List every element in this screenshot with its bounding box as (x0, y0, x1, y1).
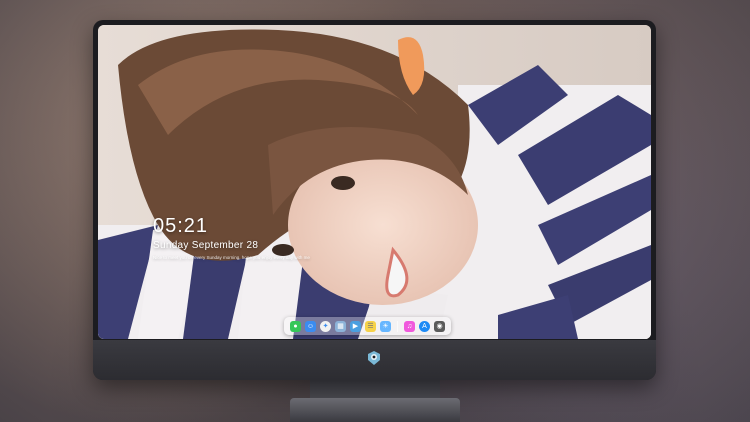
messages-icon[interactable]: ● (290, 320, 301, 332)
clock-date: Sunday September 28 (153, 240, 259, 251)
dock-separator (397, 320, 398, 332)
safari-icon[interactable]: ✦ (320, 320, 331, 332)
clock-time: 05:21 (153, 215, 209, 237)
notes-icon[interactable]: ☰ (365, 320, 376, 332)
dock: ● ☺ ✦ ▦ ▶ ☰ ☀ ♫ A ◉ (284, 317, 451, 335)
monitor-chin (93, 340, 656, 380)
wallpaper-photo (98, 25, 651, 339)
app-store-icon[interactable]: A (419, 320, 430, 332)
preview-icon[interactable]: ▦ (335, 320, 346, 332)
clapper-icon[interactable]: ▶ (350, 320, 361, 332)
logo-icon (368, 351, 380, 365)
clock-message: Nice to meet you on every Sunday morning… (153, 255, 310, 260)
monitor-stand (290, 398, 460, 422)
clock-widget: 05:21 Sunday September 28 Nice to meet y… (153, 215, 310, 260)
finder-icon[interactable]: ☺ (305, 320, 316, 332)
camera-icon[interactable]: ◉ (434, 320, 445, 332)
music-icon[interactable]: ♫ (404, 320, 415, 332)
imac-monitor: 05:21 Sunday September 28 Nice to meet y… (93, 20, 656, 380)
desktop-screen: 05:21 Sunday September 28 Nice to meet y… (98, 25, 651, 339)
photos-icon[interactable]: ☀ (380, 320, 391, 332)
